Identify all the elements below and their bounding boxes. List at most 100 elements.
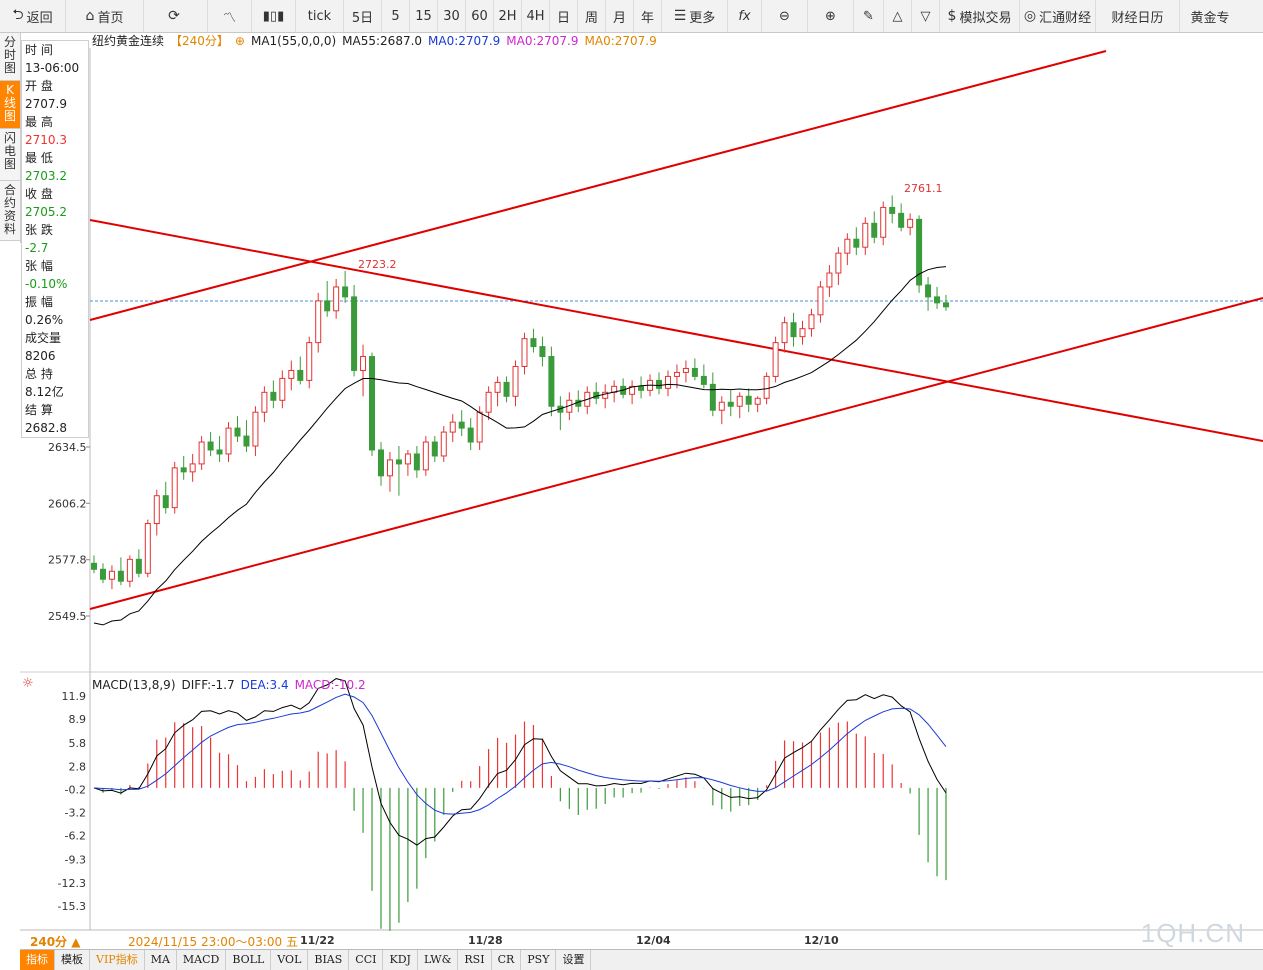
candle-body (404, 453, 411, 465)
watermark: 1QH.CN (1140, 918, 1245, 948)
candle-body (799, 328, 806, 338)
indicator-tab[interactable]: LW& (418, 950, 459, 970)
indicator-tab[interactable]: 模板 (55, 950, 90, 970)
candle-body (925, 284, 932, 298)
candle-body (844, 238, 851, 254)
candle-body (754, 397, 761, 405)
high-annotation-2: 2761.1 (904, 182, 943, 195)
candle-body (656, 379, 663, 389)
macd-tick-label: 8.9 (69, 713, 87, 726)
candle-body (745, 395, 752, 405)
candle-body (413, 453, 420, 471)
candle-body (99, 568, 106, 580)
time-axis-bar: 240分 ▲ 2024/11/15 23:00～03:00 五 (20, 930, 1263, 950)
candle-body (144, 523, 151, 574)
candle-body (781, 322, 788, 344)
candle-body (817, 286, 824, 316)
indicator-tab[interactable]: VIP指标 (90, 950, 145, 970)
indicator-tab[interactable]: CR (492, 950, 522, 970)
candle-body (727, 401, 734, 407)
candle-body (171, 467, 178, 509)
candle-body (835, 252, 842, 274)
indicator-tab[interactable]: 指标 (20, 950, 55, 970)
candle-body (431, 441, 438, 457)
indicator-tab[interactable]: VOL (271, 950, 309, 970)
macd-tick-label: -12.3 (58, 877, 86, 890)
candle-body (691, 367, 698, 377)
candle-body (377, 449, 384, 477)
candle-body (934, 296, 941, 304)
candle-body (153, 495, 160, 525)
candle-body (279, 377, 286, 401)
candle-body (162, 495, 169, 509)
candle-body (369, 356, 376, 451)
macd-dea: DEA:3.4 (240, 678, 289, 692)
candle-body (862, 222, 869, 248)
indicator-tab[interactable]: PSY (521, 950, 557, 970)
indicator-tab[interactable]: KDJ (383, 950, 418, 970)
macd-dea-line (93, 693, 947, 815)
ma0-value-orange: MA0:2707.9 (584, 34, 657, 48)
candle-body (198, 441, 205, 465)
macd-value: MACD:-10.2 (294, 678, 366, 692)
candle-body (485, 391, 492, 413)
candle-body (288, 369, 295, 379)
candle-body (467, 427, 474, 443)
candle-body (395, 459, 402, 465)
candle-body (351, 296, 358, 371)
candle-body (324, 300, 331, 312)
candle-body (503, 381, 510, 397)
candle-body (521, 338, 528, 367)
indicator-tab[interactable]: BOLL (226, 950, 272, 970)
candle-body (907, 218, 914, 228)
candle-body (682, 367, 689, 373)
candle-body (270, 391, 277, 401)
price-tick-label: 2606.2 (48, 497, 87, 510)
candle-body (297, 369, 304, 381)
candle-body (386, 459, 393, 477)
candle-body (763, 375, 770, 399)
candle-body (664, 375, 671, 389)
period-selector[interactable]: 240分 ▲ (30, 933, 80, 950)
candle-body (261, 391, 268, 413)
candle-body (225, 427, 232, 455)
ma0-value-blue: MA0:2707.9 (428, 34, 501, 48)
ma1-label: MA1(55,0,0,0) (250, 34, 337, 48)
candle-body (548, 356, 555, 407)
candle-body (216, 449, 223, 455)
candle-body (512, 365, 519, 397)
candle-body (826, 272, 833, 288)
indicator-tab[interactable]: 设置 (556, 950, 592, 970)
candle-body (252, 411, 259, 447)
ma55-value: MA55:2687.0 (342, 34, 423, 48)
candle-body (91, 562, 97, 570)
candle-body (342, 286, 349, 298)
candle-body (180, 467, 187, 473)
candle-body (898, 212, 905, 228)
kline-chart[interactable]: 2634.5 2606.2 2577.8 2549.5 11.9 8.9 5.8 2.8 -0… (0, 0, 1263, 969)
macd-tick-label: -3.2 (65, 807, 86, 820)
settings-icon[interactable]: ⊕ (235, 34, 245, 48)
indicator-tab[interactable]: CCI (349, 950, 384, 970)
candle-body (117, 570, 124, 582)
candle-body (718, 401, 725, 411)
macd-tick-label: 11.9 (62, 690, 87, 703)
candle-body (736, 395, 743, 407)
candle-body (234, 427, 241, 437)
macd-tick-label: -15.3 (58, 900, 86, 913)
upper-channel-trendline (89, 50, 1107, 321)
candle-body (880, 206, 887, 238)
indicator-tab[interactable]: MA (145, 950, 177, 970)
macd-settings-icon[interactable]: ☼ (22, 676, 34, 691)
lower-channel-trendline (89, 297, 1263, 610)
candle-body (126, 558, 133, 582)
indicator-tab[interactable]: BIAS (308, 950, 350, 970)
indicator-tab[interactable]: MACD (177, 950, 227, 970)
indicator-tab[interactable]: RSI (458, 950, 492, 970)
cursor-datetime: 2024/11/15 23:00～03:00 五 (128, 935, 298, 949)
chart-header: 纽约黄金连续 【240分】 ⊕ MA1(55,0,0,0) MA55:2687.0 MA0… (92, 32, 663, 48)
candle-body (539, 346, 546, 358)
period-label: 【240分】 (170, 34, 229, 48)
macd-tick-label: -6.2 (65, 830, 86, 843)
candle-body (108, 570, 115, 580)
